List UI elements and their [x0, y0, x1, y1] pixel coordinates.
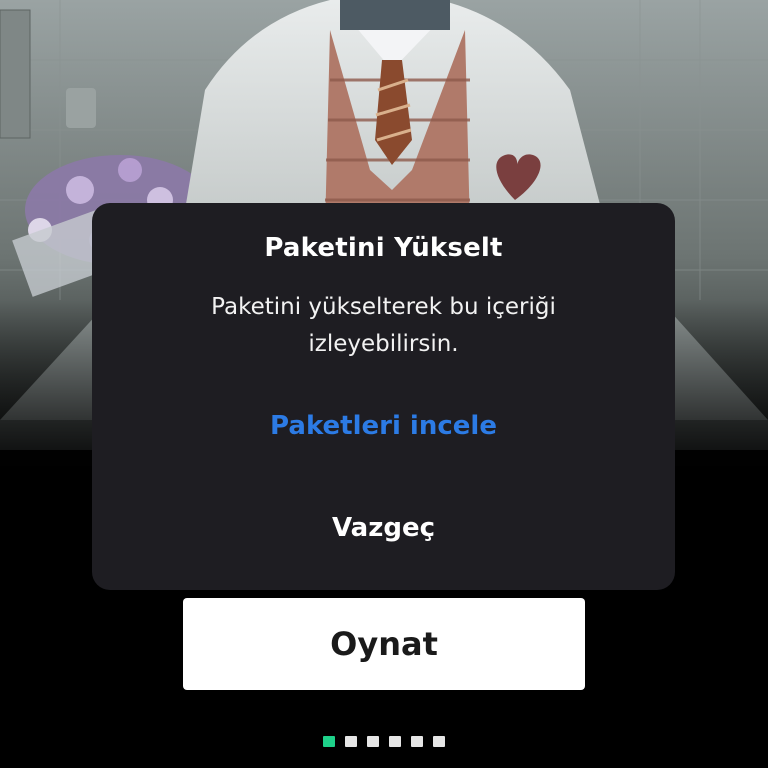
pager-dot[interactable] [345, 736, 357, 747]
pager-dot[interactable] [389, 736, 401, 747]
dialog-message: Paketini yükselterek bu içeriği izleyebi… [211, 294, 556, 357]
pager-dot[interactable] [411, 736, 423, 747]
upgrade-dialog: Paketini Yükselt Paketini yükselterek bu… [92, 203, 675, 590]
pager-dot[interactable] [433, 736, 445, 747]
pager-dot[interactable] [323, 736, 335, 747]
dialog-title: Paketini Yükselt [264, 233, 503, 263]
cancel-button[interactable]: Vazgeç [242, 505, 525, 551]
app-screen: Paketini Yükselt Paketini yükselterek bu… [0, 0, 768, 768]
pager-dot[interactable] [367, 736, 379, 747]
play-button[interactable]: Oynat [183, 598, 585, 690]
carousel-pager [0, 736, 768, 748]
view-packages-button[interactable]: Paketleri incele [212, 403, 555, 449]
